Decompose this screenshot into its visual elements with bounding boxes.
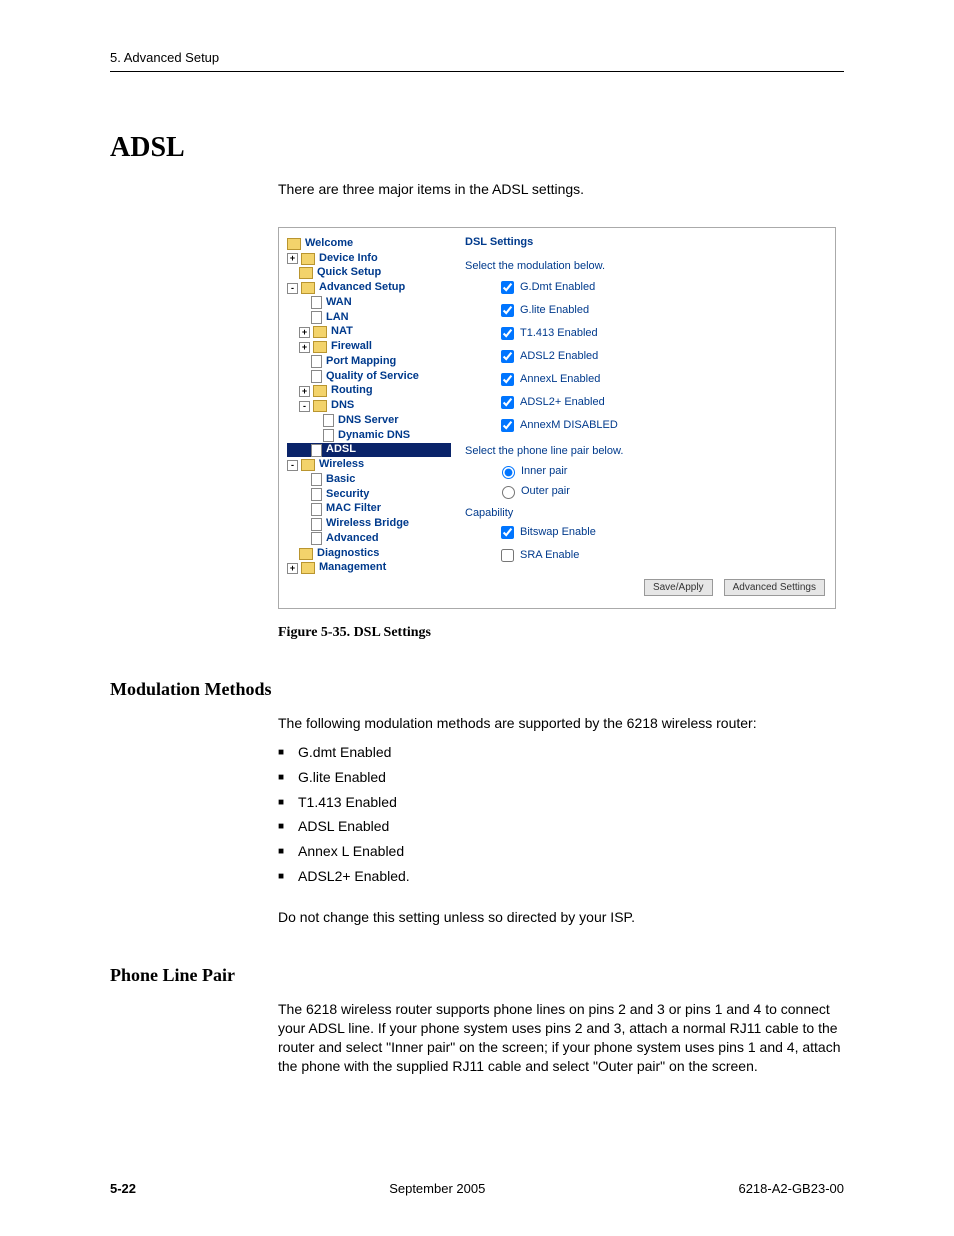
chk-bitswap-label: Bitswap Enable xyxy=(520,526,596,538)
intro-para: There are three major items in the ADSL … xyxy=(278,180,844,199)
nav-qos-label: Quality of Service xyxy=(326,370,419,384)
chk-adsl2p-label: ADSL2+ Enabled xyxy=(520,396,605,408)
chk-glite-label: G.lite Enabled xyxy=(520,304,589,316)
nav-port-mapping-label: Port Mapping xyxy=(326,355,396,369)
chk-bitswap[interactable] xyxy=(501,526,514,539)
chk-gdmt-label: G.Dmt Enabled xyxy=(520,281,595,293)
chk-glite[interactable] xyxy=(501,304,514,317)
nav-dns-server-label: DNS Server xyxy=(338,414,399,428)
nav-dynamic-dns[interactable]: Dynamic DNS xyxy=(287,429,451,443)
nav-dynamic-dns-label: Dynamic DNS xyxy=(338,429,410,443)
nav-routing-label: Routing xyxy=(331,384,373,398)
mod-item: G.dmt Enabled xyxy=(298,743,844,762)
mod-item: T1.413 Enabled xyxy=(298,793,844,812)
section-title: ADSL xyxy=(110,132,844,164)
chk-adsl2-label: ADSL2 Enabled xyxy=(520,350,598,362)
nav-welcome-label: Welcome xyxy=(305,237,353,251)
nav-quick-setup[interactable]: Quick Setup xyxy=(287,266,451,280)
nav-dns-label: DNS xyxy=(331,399,354,413)
nav-mac-filter-label: MAC Filter xyxy=(326,502,381,516)
chk-annexm[interactable] xyxy=(501,419,514,432)
nav-management[interactable]: +Management xyxy=(287,561,451,575)
nav-management-label: Management xyxy=(319,561,386,575)
radio-inner-pair-label: Inner pair xyxy=(521,465,567,477)
nav-wan-label: WAN xyxy=(326,296,352,310)
nav-wireless-label: Wireless xyxy=(319,458,364,472)
nav-device-info[interactable]: +Device Info xyxy=(287,252,451,266)
nav-wireless-bridge[interactable]: Wireless Bridge xyxy=(287,517,451,531)
chk-gdmt[interactable] xyxy=(501,281,514,294)
nav-basic[interactable]: Basic xyxy=(287,473,451,487)
nav-quick-setup-label: Quick Setup xyxy=(317,266,381,280)
nav-dns-server[interactable]: DNS Server xyxy=(287,414,451,428)
footer-date: September 2005 xyxy=(389,1181,485,1196)
mod-item: Annex L Enabled xyxy=(298,842,844,861)
nav-adsl[interactable]: ADSL xyxy=(287,443,451,457)
dsl-settings-screenshot: Welcome +Device Info Quick Setup -Advanc… xyxy=(278,227,836,609)
chk-sra[interactable] xyxy=(501,549,514,562)
modulation-list: G.dmt Enabled G.lite Enabled T1.413 Enab… xyxy=(278,743,844,886)
radio-inner-pair[interactable] xyxy=(502,466,515,479)
chk-annexm-label: AnnexM DISABLED xyxy=(520,419,618,431)
nav-advanced[interactable]: Advanced xyxy=(287,532,451,546)
chk-t1413[interactable] xyxy=(501,327,514,340)
capability-title: Capability xyxy=(465,507,825,519)
nav-mac-filter[interactable]: MAC Filter xyxy=(287,502,451,516)
chk-annexl[interactable] xyxy=(501,373,514,386)
nav-welcome[interactable]: Welcome xyxy=(287,237,451,251)
nav-diagnostics[interactable]: Diagnostics xyxy=(287,547,451,561)
nav-wireless-bridge-label: Wireless Bridge xyxy=(326,517,409,531)
nav-basic-label: Basic xyxy=(326,473,355,487)
mod-item: ADSL Enabled xyxy=(298,817,844,836)
nav-device-info-label: Device Info xyxy=(319,252,378,266)
nav-lan[interactable]: LAN xyxy=(287,311,451,325)
pane-title: DSL Settings xyxy=(465,236,825,248)
mod-item: G.lite Enabled xyxy=(298,768,844,787)
phoneline-para: The 6218 wireless router supports phone … xyxy=(278,1000,844,1076)
nav-advanced-label: Advanced xyxy=(326,532,379,546)
nav-adsl-label: ADSL xyxy=(326,443,356,457)
footer-doc: 6218-A2-GB23-00 xyxy=(738,1181,844,1196)
nav-routing[interactable]: +Routing xyxy=(287,384,451,398)
chk-annexl-label: AnnexL Enabled xyxy=(520,373,600,385)
settings-pane: DSL Settings Select the modulation below… xyxy=(455,228,835,608)
nav-security-label: Security xyxy=(326,488,369,502)
figure-caption: Figure 5-35. DSL Settings xyxy=(278,625,844,641)
header-rule xyxy=(110,71,844,72)
nav-qos[interactable]: Quality of Service xyxy=(287,370,451,384)
nav-diagnostics-label: Diagnostics xyxy=(317,547,379,561)
nav-lan-label: LAN xyxy=(326,311,349,325)
pair-prompt: Select the phone line pair below. xyxy=(465,445,825,457)
mod-item: ADSL2+ Enabled. xyxy=(298,867,844,886)
nav-port-mapping[interactable]: Port Mapping xyxy=(287,355,451,369)
nav-nat-label: NAT xyxy=(331,325,353,339)
nav-wireless[interactable]: -Wireless xyxy=(287,458,451,472)
nav-dns[interactable]: -DNS xyxy=(287,399,451,413)
radio-outer-pair-label: Outer pair xyxy=(521,485,570,497)
nav-advanced-setup-label: Advanced Setup xyxy=(319,281,405,295)
page-footer: 5-22 September 2005 6218-A2-GB23-00 xyxy=(110,1181,844,1196)
nav-firewall-label: Firewall xyxy=(331,340,372,354)
nav-tree: Welcome +Device Info Quick Setup -Advanc… xyxy=(279,228,455,608)
save-apply-button[interactable]: Save/Apply xyxy=(644,579,713,596)
nav-nat[interactable]: +NAT xyxy=(287,325,451,339)
chapter-header: 5. Advanced Setup xyxy=(110,50,844,65)
radio-outer-pair[interactable] xyxy=(502,486,515,499)
chk-sra-label: SRA Enable xyxy=(520,549,579,561)
footer-page: 5-22 xyxy=(110,1181,136,1196)
modulation-intro: The following modulation methods are sup… xyxy=(278,714,844,733)
chk-t1413-label: T1.413 Enabled xyxy=(520,327,598,339)
modulation-heading: Modulation Methods xyxy=(110,679,844,700)
modulation-note: Do not change this setting unless so dir… xyxy=(278,908,844,927)
nav-security[interactable]: Security xyxy=(287,488,451,502)
nav-firewall[interactable]: +Firewall xyxy=(287,340,451,354)
modulation-prompt: Select the modulation below. xyxy=(465,260,825,272)
nav-advanced-setup[interactable]: -Advanced Setup xyxy=(287,281,451,295)
chk-adsl2p[interactable] xyxy=(501,396,514,409)
chk-adsl2[interactable] xyxy=(501,350,514,363)
nav-wan[interactable]: WAN xyxy=(287,296,451,310)
phoneline-heading: Phone Line Pair xyxy=(110,965,844,986)
advanced-settings-button[interactable]: Advanced Settings xyxy=(724,579,825,596)
